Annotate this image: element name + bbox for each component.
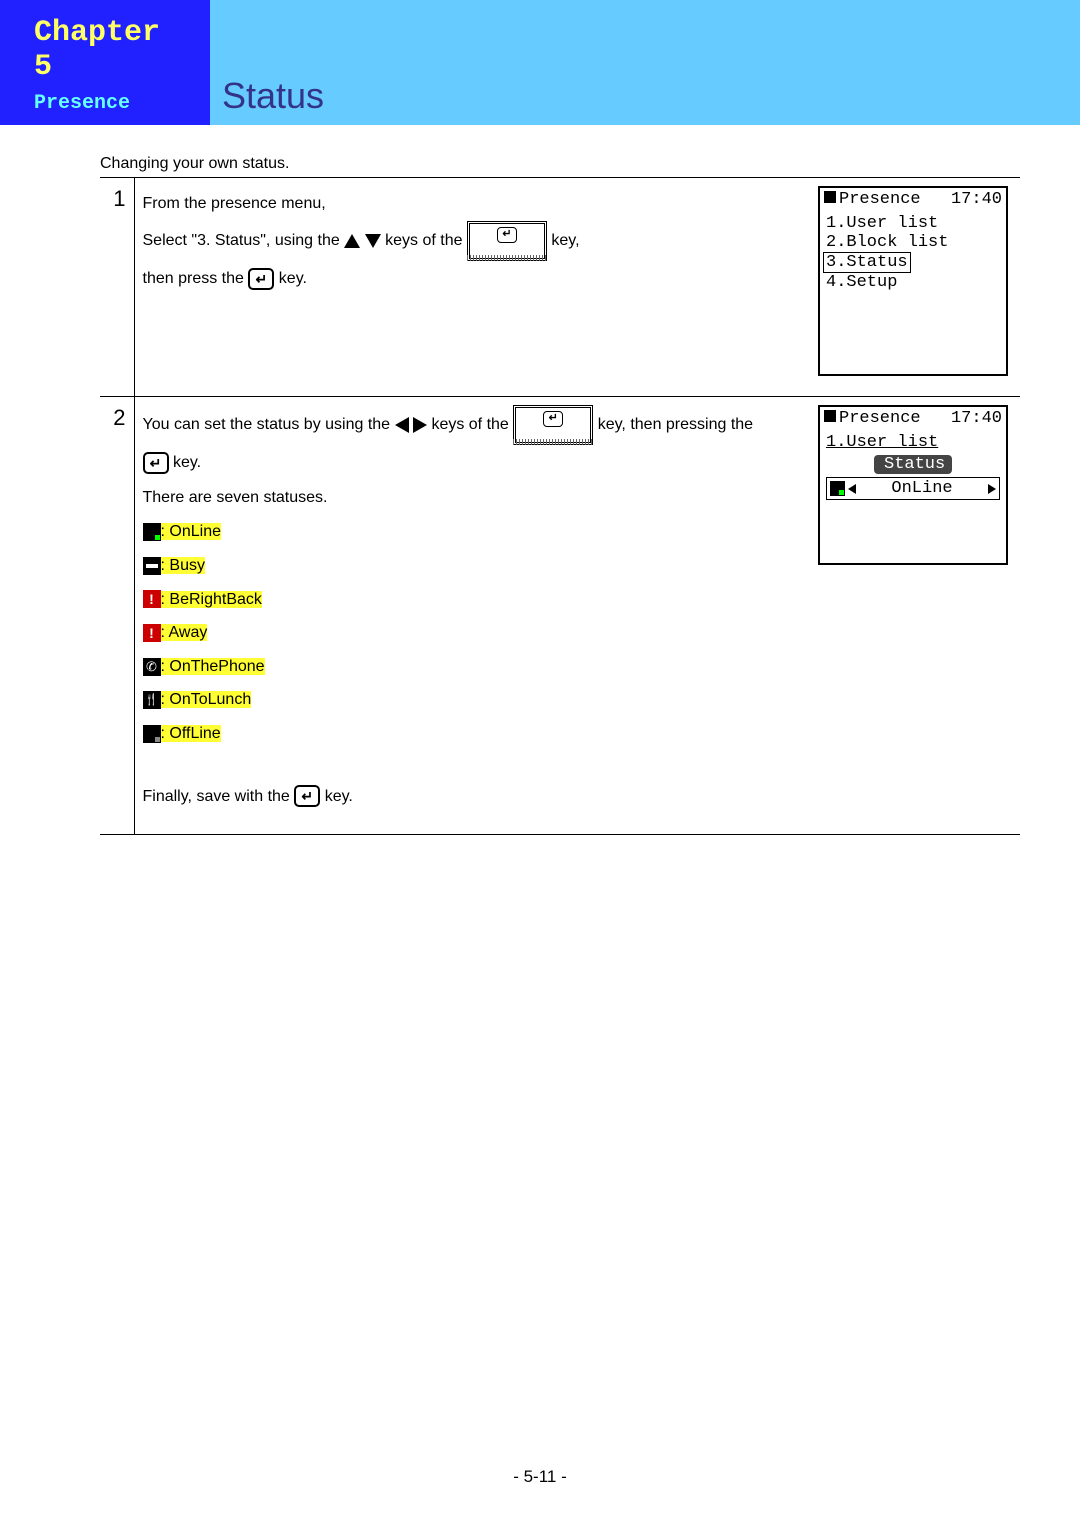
lcd-title: Presence <box>839 190 921 209</box>
lcd-time: 17:40 <box>951 190 1002 209</box>
step-number: 1 <box>100 178 134 397</box>
lcd-status-field: OnLine <box>826 477 1000 500</box>
status-item: : OnToLunch <box>143 683 803 717</box>
right-icon <box>413 417 427 433</box>
step-body: From the presence menu, Select "3. Statu… <box>134 178 810 397</box>
down-icon <box>365 234 381 248</box>
keypad-icon: ↵ <box>467 221 547 261</box>
lcd-body: 1.User list Status OnLine <box>820 431 1006 502</box>
status-item: : Away <box>143 616 803 650</box>
busy-icon <box>143 557 161 575</box>
step-text: You can set the status by using the keys… <box>143 405 803 480</box>
square-icon <box>824 191 836 203</box>
step-text: then press the ↵ key. <box>143 261 803 296</box>
offline-icon <box>143 725 161 743</box>
lcd-line-selected: 3.Status <box>826 252 1000 273</box>
lcd-line: 2.Block list <box>826 233 1000 252</box>
lcd-screen-2: Presence 17:40 1.User list Status OnLine <box>818 405 1008 565</box>
status-item: : BeRightBack <box>143 583 803 617</box>
berightback-icon <box>143 590 161 608</box>
lcd-line-underlined: 1.User list <box>826 433 1000 452</box>
status-list: : OnLine : Busy : BeRightBack : Away : O… <box>143 515 803 750</box>
screen-cell: Presence 17:40 1.User list 2.Block list … <box>810 178 1020 397</box>
keypad-icon: ↵ <box>513 405 593 445</box>
section-caption: Changing your own status. <box>100 155 1020 173</box>
status-item: : OffLine <box>143 717 803 751</box>
step-number: 2 <box>100 397 134 835</box>
step-text: Select "3. Status", using the keys of th… <box>143 221 803 261</box>
steps-table: 1 From the presence menu, Select "3. Sta… <box>100 177 1020 835</box>
enter-key-icon: ↵ <box>143 452 169 474</box>
lcd-header: Presence 17:40 <box>820 407 1006 431</box>
enter-key-icon: ↵ <box>294 785 320 807</box>
page-header: Chapter 5 Presence Status <box>0 0 1080 125</box>
online-icon <box>143 523 161 541</box>
enter-key-icon: ↵ <box>248 268 274 290</box>
step-text: There are seven statuses. <box>143 480 803 515</box>
lcd-time: 17:40 <box>951 409 1002 428</box>
online-icon <box>830 481 845 496</box>
status-item: : OnLine <box>143 515 803 549</box>
lcd-screen-1: Presence 17:40 1.User list 2.Block list … <box>818 186 1008 376</box>
title-bar: Status <box>210 0 1080 125</box>
lcd-status-value: OnLine <box>891 479 952 498</box>
screen-cell: Presence 17:40 1.User list Status OnLine <box>810 397 1020 835</box>
square-icon <box>824 410 836 422</box>
step-text: From the presence menu, <box>143 186 803 221</box>
page-title: Status <box>222 75 324 117</box>
step-row: 2 You can set the status by using the ke… <box>100 397 1020 835</box>
step-text: Finally, save with the ↵ key. <box>143 779 803 814</box>
content-area: Changing your own status. 1 From the pre… <box>0 125 1080 835</box>
lcd-title: Presence <box>839 409 921 428</box>
step-row: 1 From the presence menu, Select "3. Sta… <box>100 178 1020 397</box>
chapter-box: Chapter 5 Presence <box>0 0 210 125</box>
arrow-left-icon <box>848 484 856 494</box>
status-item: : Busy <box>143 549 803 583</box>
page-number: - 5-11 - <box>0 1467 1080 1487</box>
left-icon <box>395 417 409 433</box>
onthephone-icon <box>143 658 161 676</box>
status-item: : OnThePhone <box>143 650 803 684</box>
step-body: You can set the status by using the keys… <box>134 397 810 835</box>
arrow-right-icon <box>988 484 996 494</box>
lcd-line: 1.User list <box>826 214 1000 233</box>
chapter-label: Chapter 5 <box>34 16 194 84</box>
away-icon <box>143 624 161 642</box>
section-label: Presence <box>34 92 194 115</box>
lcd-body: 1.User list 2.Block list 3.Status 4.Setu… <box>820 212 1006 294</box>
lcd-line: 4.Setup <box>826 273 1000 292</box>
lcd-header: Presence 17:40 <box>820 188 1006 212</box>
lcd-status-button: Status <box>874 455 952 474</box>
up-icon <box>344 234 360 248</box>
ontolunch-icon <box>143 691 161 709</box>
